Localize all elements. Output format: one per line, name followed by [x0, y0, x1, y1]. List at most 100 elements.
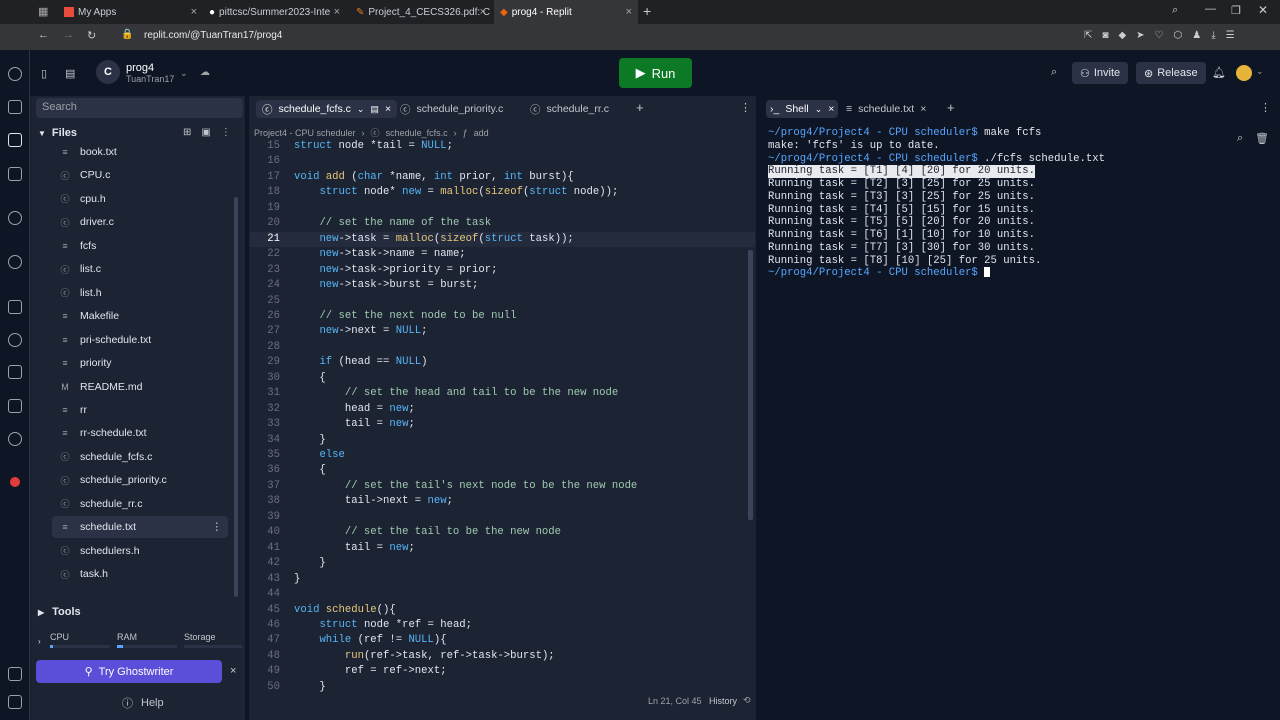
file-item[interactable]: ⓒ schedule_rr.c — [52, 493, 228, 515]
more-icon[interactable]: ⋮ — [740, 101, 751, 114]
code-line[interactable]: 45 void schedule(){ — [250, 603, 755, 618]
close-icon[interactable]: × — [230, 665, 236, 677]
code-line[interactable]: 49 ref = ref->next; — [250, 664, 755, 679]
file-item[interactable]: ≡ fcfs — [52, 235, 228, 257]
add-tab-icon[interactable]: + — [636, 100, 644, 115]
split-icon[interactable]: ▤ — [370, 104, 379, 115]
code-line[interactable]: 48 run(ref->task, ref->task->burst); — [250, 649, 755, 664]
camera-icon[interactable]: ◙ — [1102, 30, 1108, 41]
clock-icon[interactable] — [8, 333, 22, 347]
tools-header[interactable]: ▶ Tools — [38, 606, 81, 618]
code-line[interactable]: 21 new->task = malloc(sizeof(struct task… — [250, 231, 755, 248]
account-icon[interactable] — [8, 695, 22, 709]
code-line[interactable]: 28 — [250, 340, 755, 355]
code-icon[interactable] — [8, 133, 22, 147]
forward-icon[interactable]: → — [63, 29, 74, 41]
menu-icon[interactable]: ☰ — [1226, 30, 1235, 41]
gear-icon[interactable] — [8, 432, 22, 446]
close-icon[interactable]: × — [191, 6, 197, 18]
file-item[interactable]: ≡ pri-schedule.txt — [52, 329, 228, 351]
more-icon[interactable]: ⋮ — [221, 127, 231, 138]
home-icon[interactable] — [8, 100, 22, 114]
browser-tab[interactable]: ● pittcsc/Summer2023-Inte × — [203, 0, 346, 24]
history-button[interactable]: History — [709, 696, 737, 706]
search-icon[interactable]: ⌕ — [1051, 66, 1057, 79]
code-line[interactable]: 37 // set the tail's next node to be the… — [250, 479, 755, 494]
file-item[interactable]: ≡ book.txt — [52, 141, 228, 163]
code-line[interactable]: 50 } — [250, 680, 755, 695]
file-item[interactable]: ⓒ schedule_priority.c — [52, 469, 228, 491]
browser-tab-active[interactable]: ◆ prog4 - Replit × — [494, 0, 638, 24]
send-icon[interactable]: ➤ — [1136, 30, 1144, 41]
code-line[interactable]: 35 else — [250, 448, 755, 463]
invite-button[interactable]: ⚇ Invite — [1072, 62, 1129, 84]
code-line[interactable]: 23 new->task->priority = prior; — [250, 263, 755, 278]
shield-icon[interactable]: ◆ — [1118, 30, 1126, 41]
reload-icon[interactable]: ↻ — [87, 29, 96, 42]
code-line[interactable]: 20 // set the name of the task — [250, 216, 755, 231]
code-line[interactable]: 16 — [250, 154, 755, 169]
file-item[interactable]: ≡ rr — [52, 399, 228, 421]
chevron-right-icon[interactable]: › — [38, 637, 41, 646]
search-icon[interactable]: ⌕ — [1237, 132, 1243, 145]
code-line[interactable]: 22 new->task->name = name; — [250, 247, 755, 262]
tab-shell[interactable]: ›_ Shell ⌄ × — [766, 100, 839, 118]
chat-icon[interactable] — [8, 211, 22, 225]
code-line[interactable]: 19 — [250, 201, 755, 216]
code-line[interactable]: 44 — [250, 587, 755, 602]
release-button[interactable]: ⊛ Release — [1136, 62, 1206, 84]
close-icon[interactable]: × — [920, 103, 926, 115]
breadcrumb-file[interactable]: schedule_fcfs.c — [386, 128, 448, 138]
code-line[interactable]: 39 — [250, 510, 755, 525]
search-input[interactable]: Search — [36, 98, 243, 118]
more-icon[interactable]: ⋮ — [1260, 101, 1271, 114]
tab-schedule-fcfs[interactable]: ⓒ schedule_fcfs.c ⌄ ▤ × — [256, 100, 398, 118]
close-icon[interactable]: × — [626, 6, 632, 18]
close-icon[interactable]: × — [385, 103, 391, 115]
code-line[interactable]: 46 struct node *ref = head; — [250, 618, 755, 633]
history-icon[interactable]: ⟲ — [743, 695, 751, 706]
new-file-icon[interactable]: ⊞ — [183, 127, 191, 138]
new-folder-icon[interactable]: ▣ — [201, 127, 210, 138]
file-item[interactable]: ⓒ schedulers.h — [52, 540, 228, 562]
code-line[interactable]: 42 } — [250, 556, 755, 571]
file-item[interactable]: ⓒ cpu.h — [52, 188, 228, 210]
code-line[interactable]: 30 { — [250, 371, 755, 386]
trash-icon[interactable]: 🗑︎ — [1255, 132, 1269, 145]
file-item[interactable]: ≡ schedule.txt ⋮ — [52, 516, 228, 539]
layout-icon[interactable]: ▤ — [65, 67, 75, 80]
code-line[interactable]: 25 — [250, 294, 755, 309]
panel-divider[interactable] — [245, 96, 249, 720]
code-line[interactable]: 47 while (ref != NULL){ — [250, 633, 755, 648]
file-item[interactable]: ⓒ list.h — [52, 282, 228, 304]
play-icon[interactable] — [8, 255, 22, 269]
tab-schedule-rr[interactable]: ⓒ schedule_rr.c — [530, 100, 609, 118]
breadcrumb-symbol[interactable]: add — [474, 128, 489, 138]
repl-name[interactable]: prog4 — [126, 62, 154, 74]
code-line[interactable]: 40 // set the tail to be the new node — [250, 525, 755, 540]
code-line[interactable]: 24 new->task->burst = burst; — [250, 278, 755, 293]
close-icon[interactable]: × — [480, 6, 486, 18]
package-icon[interactable] — [8, 399, 22, 413]
file-item[interactable]: ≡ Makefile — [52, 305, 228, 327]
code-line[interactable]: 38 tail->next = new; — [250, 494, 755, 509]
code-line[interactable]: 26 // set the next node to be null — [250, 309, 755, 324]
file-item[interactable]: ⓒ list.c — [52, 258, 228, 280]
close-icon[interactable]: × — [828, 103, 834, 115]
editor-scrollbar[interactable] — [748, 250, 753, 520]
code-line[interactable]: 29 if (head == NULL) — [250, 355, 755, 370]
repl-owner[interactable]: TuanTran17 — [126, 74, 174, 84]
bell-icon[interactable]: 🔔︎ — [1212, 66, 1226, 79]
speedometer-icon[interactable] — [8, 67, 22, 81]
code-line[interactable]: 31 // set the head and tail to be the ne… — [250, 386, 755, 401]
code-line[interactable]: 43} — [250, 572, 755, 587]
download-icon[interactable]: ⤓ — [1211, 30, 1215, 41]
share-icon[interactable]: ⇱ — [1084, 30, 1092, 41]
sidebar-toggle-icon[interactable]: ▯ — [41, 67, 47, 80]
profile-icon[interactable]: ♟ — [1192, 30, 1201, 41]
new-tab-icon[interactable]: + — [643, 3, 651, 19]
help-button[interactable]: ⓘ Help — [122, 695, 164, 711]
file-item[interactable]: ⓒ schedule_fcfs.c — [52, 446, 228, 468]
tab-schedule-priority[interactable]: ⓒ schedule_priority.c — [400, 100, 503, 118]
close-window-icon[interactable]: ✕ — [1258, 3, 1268, 17]
